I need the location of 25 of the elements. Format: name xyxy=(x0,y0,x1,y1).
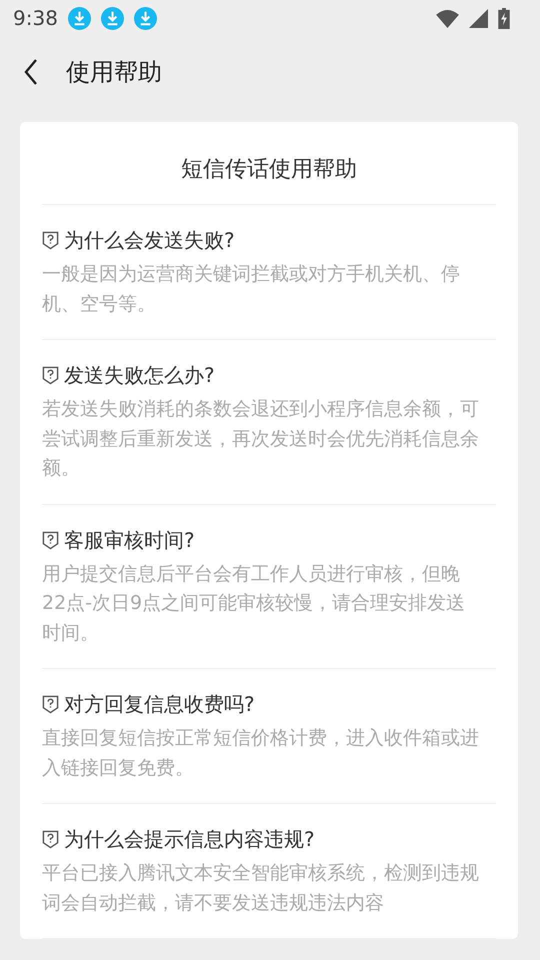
question-text: 对方回复信息收费吗? xyxy=(64,691,255,718)
status-time: 9:38 xyxy=(13,6,58,30)
answer-text: 直接回复短信按正常短信价格计费，进入收件箱或进入链接回复免费。 xyxy=(42,726,480,780)
question-text: 为什么会提示信息内容违规? xyxy=(64,826,315,853)
answer-text: 若发送失败消耗的条数会退还到小程序信息余额，可尝试调整后重新发送，再次发送时会优先消耗信息余额。 xyxy=(42,397,480,481)
page-title: 使用帮助 xyxy=(66,57,162,88)
battery-charging-icon xyxy=(498,8,510,28)
signal-icon xyxy=(469,8,488,28)
question-shield-icon xyxy=(42,830,59,849)
question-text: 发送失败怎么办? xyxy=(64,362,215,389)
answer-text: 平台已接入腾讯文本安全智能审核系统，检测到违规词会自动拦截，请不要发送违规违法内容 xyxy=(42,861,480,916)
answer-text: 一般是因为运营商关键词拦截或对方手机关机、停机、空号等。 xyxy=(42,262,461,316)
answer-text: 用户提交信息后平台会有工作人员进行审核，但晚22点-次日9点之间可能审核较慢，请合理安排发送时间。 xyxy=(42,562,466,646)
download-icon xyxy=(100,6,124,30)
question-text: 为什么会发送失败? xyxy=(64,227,235,254)
question-shield-icon xyxy=(42,366,59,385)
back-icon[interactable] xyxy=(24,59,38,85)
question-text: 客服审核时间? xyxy=(64,526,195,554)
wifi-icon xyxy=(436,8,459,28)
download-icon xyxy=(134,6,157,30)
question-shield-icon xyxy=(42,695,59,714)
card-title: 短信传话使用帮助 xyxy=(42,122,496,205)
download-icon xyxy=(68,6,91,30)
question-shield-icon xyxy=(42,231,59,250)
question-shield-icon xyxy=(42,530,59,550)
